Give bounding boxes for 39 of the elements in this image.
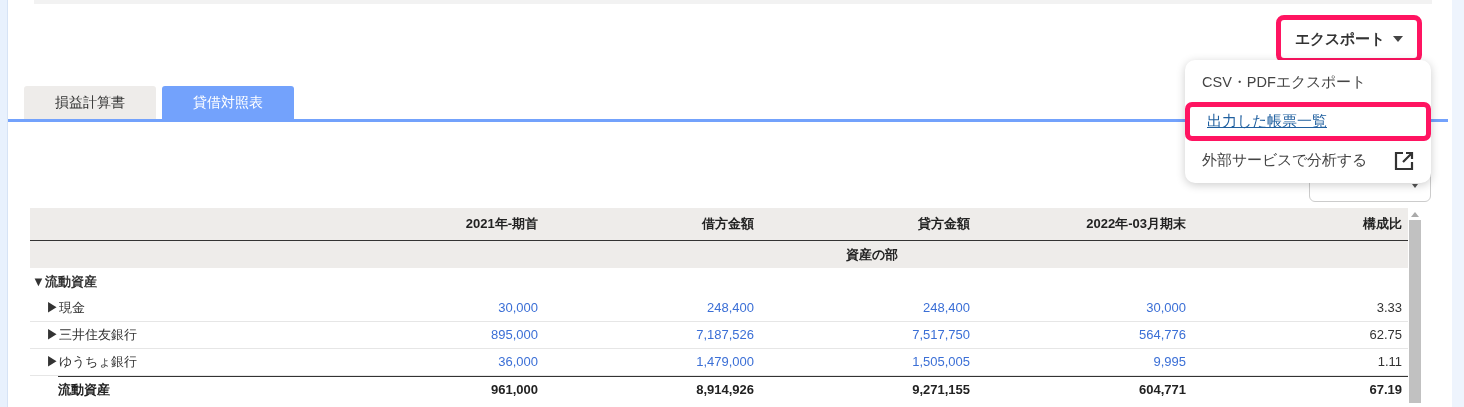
column-header: 2022年-03月期末 xyxy=(1085,215,1186,234)
table-cell-text: 67.19 xyxy=(1368,381,1402,400)
table-cell-text: 30,000 xyxy=(497,299,538,318)
export-button[interactable]: エクスポート xyxy=(1276,15,1422,63)
table-cell-text: 3.33 xyxy=(1375,299,1402,318)
table-cell-text: 604,771 xyxy=(1138,381,1186,400)
table-cell-text: 1,505,005 xyxy=(911,353,970,372)
table-cell-text: 248,400 xyxy=(706,299,754,318)
table-cell-text: 9,271,155 xyxy=(911,381,970,400)
table-cell-text: 7,517,750 xyxy=(911,326,970,345)
column-header: 借方金額 xyxy=(700,215,754,234)
caret-icon xyxy=(1393,36,1403,42)
table-cell-text: 1.11 xyxy=(1376,353,1402,372)
account-name[interactable]: ▶現金 xyxy=(30,298,322,318)
table-cell-text: 564,776 xyxy=(1138,326,1186,345)
table-cell-text: 9,995 xyxy=(1152,353,1186,372)
table-cell-text: 248,400 xyxy=(922,299,970,318)
table-cell-text: 895,000 xyxy=(490,326,538,345)
external-link-icon xyxy=(1394,150,1414,171)
scroll-up-icon xyxy=(1411,212,1419,217)
table-cell-text: 62.75 xyxy=(1368,326,1402,345)
table-cell-text: 7,187,526 xyxy=(695,326,754,345)
column-header: 貸方金額 xyxy=(917,215,970,234)
column-header: 2021年-期首 xyxy=(464,215,538,234)
account-name[interactable]: ▶ゆうちょ銀行 xyxy=(30,352,322,372)
table-cell-text: 30,000 xyxy=(1145,299,1186,318)
column-header: 構成比 xyxy=(1361,215,1402,234)
section-heading: 資産の部 xyxy=(846,245,898,264)
total-label: 流動資産 xyxy=(58,381,111,400)
group-row-label[interactable]: ▼流動資産 xyxy=(30,271,322,292)
tab[interactable]: 損益計算書 xyxy=(24,86,156,119)
table-cell-text: 961,000 xyxy=(490,381,538,400)
table-cell-text: 8,914,926 xyxy=(695,381,754,400)
menu-item[interactable]: 外部サービスで分析する xyxy=(1185,141,1431,180)
table-cell-text: 1,479,000 xyxy=(695,353,754,372)
menu-item[interactable]: 出力した帳票一覧 xyxy=(1185,102,1431,141)
menu-item[interactable]: CSV・PDFエクスポート xyxy=(1185,63,1431,102)
account-name[interactable]: ▶三井住友銀行 xyxy=(30,325,322,345)
table-cell-text: 36,000 xyxy=(497,353,538,372)
